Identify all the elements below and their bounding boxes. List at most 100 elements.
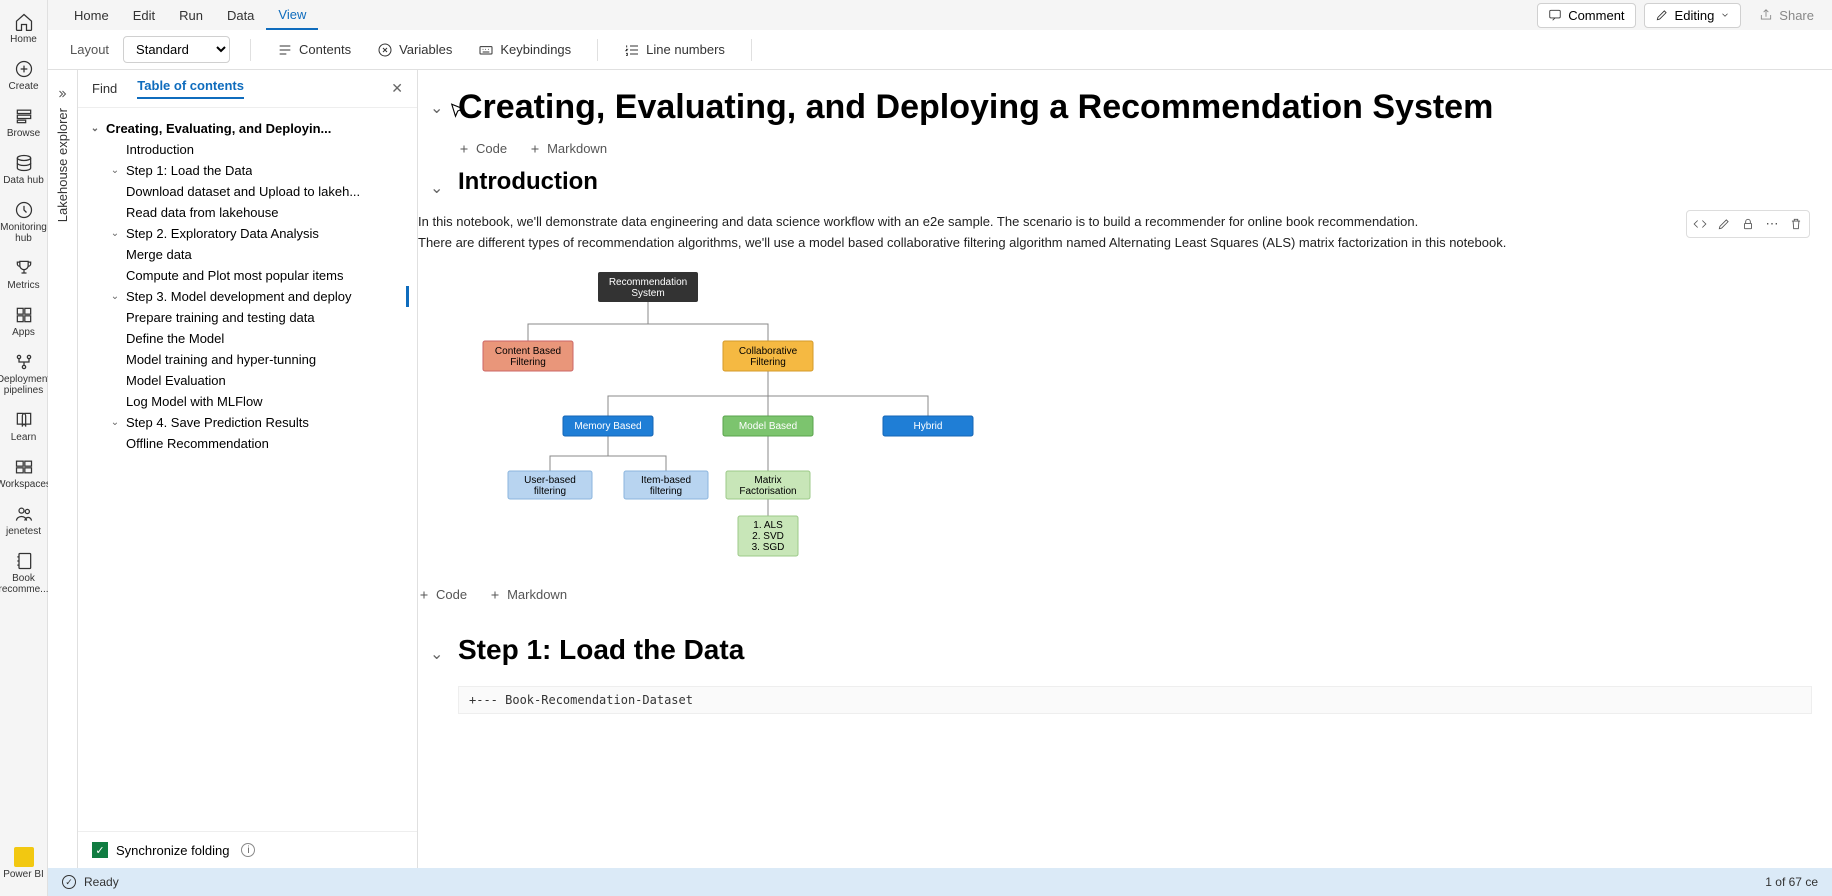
toc-item-label: Step 4. Save Prediction Results (126, 415, 309, 430)
contents-button[interactable]: Contents (271, 38, 357, 62)
nav-create[interactable]: Create (1, 53, 47, 98)
info-icon[interactable]: i (241, 843, 255, 857)
toc-item[interactable]: Read data from lakehouse (88, 202, 409, 223)
nav-monitoring[interactable]: Monitoring hub (1, 194, 47, 250)
recommendation-diagram: Recommendation System Content BasedFilte… (438, 266, 998, 566)
toc-item[interactable]: Define the Model (88, 328, 409, 349)
toc-tab[interactable]: Table of contents (137, 78, 244, 99)
toc-item[interactable]: ⌄Step 2. Exploratory Data Analysis (88, 223, 409, 244)
cell-more-button[interactable]: ⋯ (1761, 213, 1783, 235)
toc-root[interactable]: ⌄ Creating, Evaluating, and Deployin... (88, 118, 409, 139)
toc-item[interactable]: Compute and Plot most popular items (88, 265, 409, 286)
toc-item[interactable]: ⌄Step 4. Save Prediction Results (88, 412, 409, 433)
toc-item[interactable]: ⌄Step 1: Load the Data (88, 160, 409, 181)
people-icon (14, 504, 34, 524)
nav-jenetest[interactable]: jenetest (1, 498, 47, 543)
home-icon (14, 12, 34, 32)
add-code-button[interactable]: Code (418, 587, 467, 602)
sync-folding-checkbox[interactable]: ✓ (92, 842, 108, 858)
chevron-right-icon (57, 88, 69, 100)
toc-item[interactable]: Model Evaluation (88, 370, 409, 391)
divider (751, 39, 752, 61)
nav-apps-label: Apps (12, 327, 35, 338)
comment-button[interactable]: Comment (1537, 3, 1635, 28)
tab-data[interactable]: Data (215, 2, 266, 29)
plus-icon (529, 143, 541, 155)
comment-label: Comment (1568, 8, 1624, 23)
nav-jenetest-label: jenetest (6, 526, 41, 537)
notebook-canvas[interactable]: ⌄ Creating, Evaluating, and Deploying a … (418, 70, 1832, 868)
contents-icon (277, 42, 293, 58)
toc-item[interactable]: Model training and hyper-tunning (88, 349, 409, 370)
toc-item[interactable]: Introduction (88, 139, 409, 160)
nav-datahub[interactable]: Data hub (1, 147, 47, 192)
database-icon (14, 153, 34, 173)
cell-delete-button[interactable] (1785, 213, 1807, 235)
find-tab[interactable]: Find (92, 81, 117, 96)
nav-powerbi[interactable]: Power BI (1, 841, 47, 886)
toc-item[interactable]: Prepare training and testing data (88, 307, 409, 328)
nav-home[interactable]: Home (1, 6, 47, 51)
toc-item[interactable]: Log Model with MLFlow (88, 391, 409, 412)
fold-chevron[interactable]: ⌄ (430, 178, 443, 198)
add-code-button[interactable]: Code (458, 141, 507, 156)
code-preview: +--- Book-Recomendation-Dataset (458, 686, 1812, 714)
toc-header: Find Table of contents ✕ (78, 70, 417, 108)
fold-chevron[interactable]: ⌄ (430, 644, 443, 664)
nav-workspaces[interactable]: Workspaces (1, 451, 47, 496)
fold-chevron[interactable]: ⌄ (430, 98, 443, 118)
nav-browse[interactable]: Browse (1, 100, 47, 145)
chevron-down-icon: ⌄ (88, 123, 102, 134)
share-button[interactable]: Share (1749, 4, 1824, 27)
intro-cell[interactable]: ⋯ In this notebook, we'll demonstrate da… (418, 214, 1812, 624)
linenumbers-button[interactable]: Line numbers (618, 38, 731, 62)
add-markdown-button[interactable]: Markdown (489, 587, 567, 602)
toc-item[interactable]: Offline Recommendation (88, 433, 409, 454)
nav-metrics[interactable]: Metrics (1, 252, 47, 297)
layout-select[interactable]: Standard (123, 36, 230, 63)
toc-item[interactable]: Merge data (88, 244, 409, 265)
nav-learn[interactable]: Learn (1, 404, 47, 449)
svg-text:Model Based: Model Based (739, 421, 797, 432)
tab-edit[interactable]: Edit (121, 2, 167, 29)
svg-text:Item-based: Item-based (641, 475, 691, 486)
add-markdown-button[interactable]: Markdown (529, 141, 607, 156)
keybindings-button[interactable]: Keybindings (472, 38, 577, 62)
trophy-icon (14, 258, 34, 278)
nav-book[interactable]: Book recomme... (1, 545, 47, 601)
plus-circle-icon (14, 59, 34, 79)
list-numbered-icon (624, 42, 640, 58)
share-icon (1759, 8, 1773, 22)
nav-deployment[interactable]: Deployment pipelines (1, 346, 47, 402)
code-cell[interactable]: +--- Book-Recomendation-Dataset (458, 686, 1812, 714)
variables-button[interactable]: Variables (371, 38, 458, 62)
editing-dropdown[interactable]: Editing (1644, 3, 1742, 28)
lakehouse-explorer-tab[interactable]: Lakehouse explorer (48, 70, 78, 868)
nav-monitoring-label: Monitoring hub (0, 222, 47, 244)
toc-item-label: Step 1: Load the Data (126, 163, 252, 178)
close-toc-button[interactable]: ✕ (391, 80, 403, 97)
toc-item[interactable]: ⌄Step 3. Model development and deploy (88, 286, 409, 307)
tab-view[interactable]: View (266, 1, 318, 30)
step1-heading-cell: ⌄ Step 1: Load the Data (458, 634, 1812, 666)
svg-text:System: System (631, 288, 664, 299)
nav-powerbi-label: Power BI (3, 869, 44, 880)
svg-text:3. SGD: 3. SGD (752, 542, 785, 553)
tab-run[interactable]: Run (167, 2, 215, 29)
tab-home[interactable]: Home (62, 2, 121, 29)
cell-edit-button[interactable] (1713, 213, 1735, 235)
svg-text:Matrix: Matrix (754, 475, 781, 486)
lock-icon (1741, 217, 1755, 231)
toc-item[interactable]: Download dataset and Upload to lakeh... (88, 181, 409, 202)
nav-browse-label: Browse (7, 128, 40, 139)
plus-icon (489, 589, 501, 601)
cell-lock-button[interactable] (1737, 213, 1759, 235)
toc-item-label: Step 3. Model development and deploy (126, 289, 352, 304)
notebook-icon (14, 551, 34, 571)
trash-icon (1789, 217, 1803, 231)
nav-metrics-label: Metrics (7, 280, 39, 291)
cell-code-icon[interactable] (1689, 213, 1711, 235)
toc-item-label: Introduction (126, 142, 194, 157)
menubar: Home Edit Run Data View Comment Editing … (48, 0, 1832, 30)
nav-apps[interactable]: Apps (1, 299, 47, 344)
